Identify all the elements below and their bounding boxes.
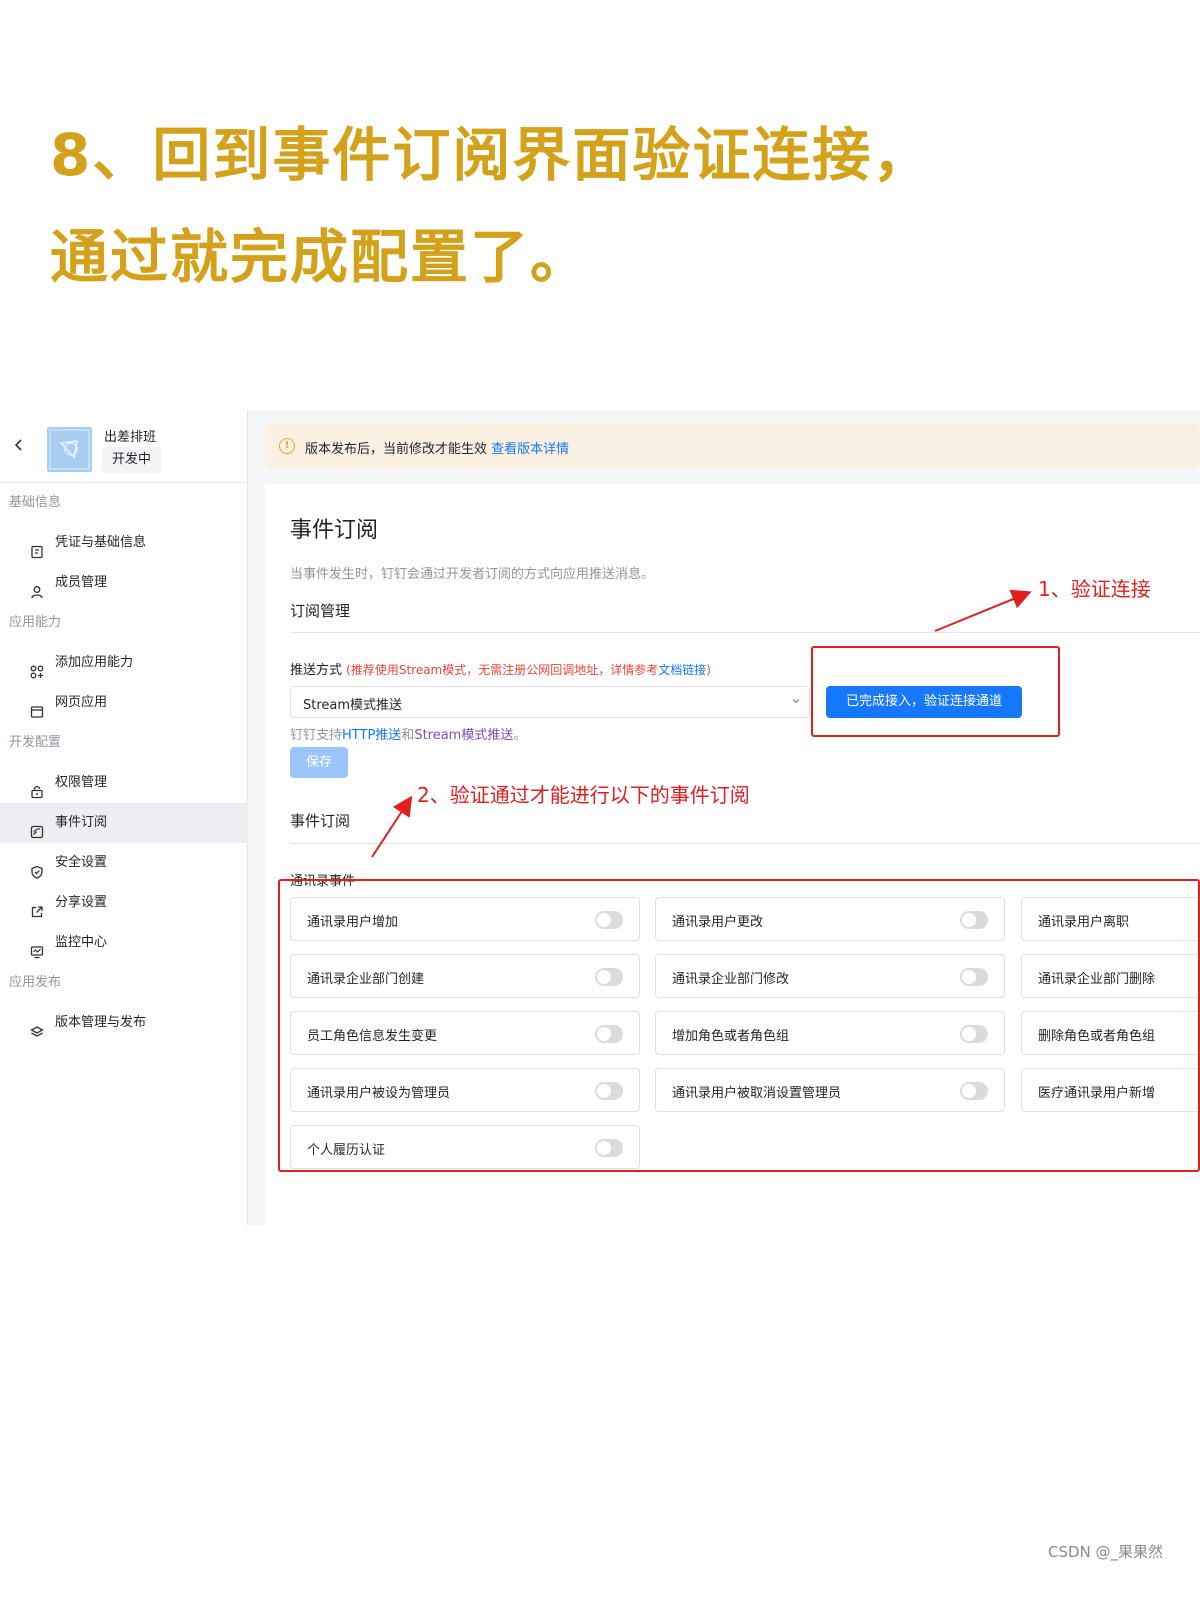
arrow-to-step-2	[371, 795, 413, 858]
headline-line-2: 通过就完成配置了。	[50, 223, 591, 291]
watermark: CSDN @_果果然	[1048, 1543, 1164, 1561]
headline-line-1: 8、回到事件订阅界面验证连接，	[50, 121, 933, 189]
screenshot-area: 出差排班 开发中 基础信息 凭证与基础信息 成员管理 应用能力 添加应用能力 网…	[0, 410, 1200, 1225]
annotation-arrows	[371, 589, 1032, 858]
arrow-to-step-1	[934, 589, 1032, 632]
